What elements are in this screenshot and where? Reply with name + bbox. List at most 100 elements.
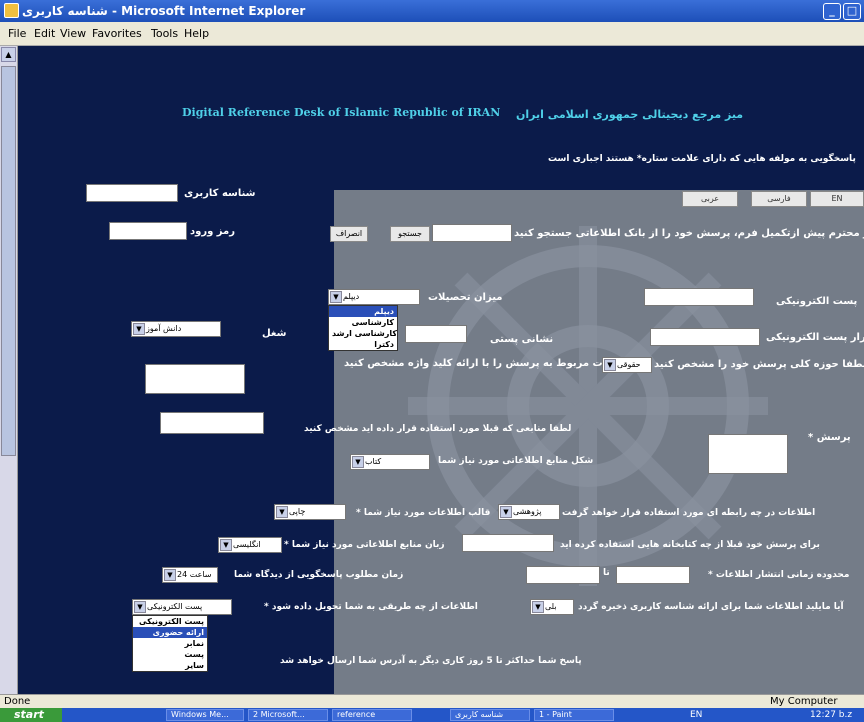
question-label: * پرسش bbox=[808, 432, 851, 443]
subject-details-label: جزئیات مربوط به پرسش را با ارائه کلید وا… bbox=[344, 358, 628, 369]
delivery-select[interactable]: ▼ پست الکترونیکی bbox=[132, 599, 232, 615]
postal-input[interactable] bbox=[405, 325, 467, 343]
keywords-textarea[interactable] bbox=[145, 364, 245, 394]
education-label: میزان تحصیلات bbox=[428, 292, 503, 303]
chevron-down-icon[interactable]: ▼ bbox=[276, 506, 288, 518]
ie-app-icon bbox=[4, 3, 19, 18]
menu-favorites[interactable]: Favorites bbox=[92, 27, 142, 40]
start-button[interactable]: start bbox=[0, 708, 62, 722]
list-item[interactable]: نمابر bbox=[133, 638, 207, 649]
menu-bar: File Edit View Favorites Tools Help bbox=[0, 22, 864, 46]
info-format-label: * قالب اطلاعات مورد نیاز شما bbox=[356, 508, 491, 518]
taskbar-item[interactable]: Windows Me... bbox=[166, 709, 244, 721]
question-textarea[interactable] bbox=[708, 434, 788, 474]
usage-label: اطلاعات در چه رابطه ای مورد استفاده قرار… bbox=[562, 508, 816, 518]
used-sources-label: لطفا منابعی که قبلا مورد استفاده قرار دا… bbox=[304, 424, 572, 434]
language-select[interactable]: ▼ انگلیسی bbox=[218, 537, 282, 553]
save-label: آیا مایلید اطلاعات شما برای ارائه شناسه … bbox=[578, 602, 844, 612]
menu-view[interactable]: View bbox=[60, 27, 86, 40]
language-indicator[interactable]: EN bbox=[690, 710, 702, 720]
taskbar-item[interactable]: reference bbox=[332, 709, 412, 721]
list-item[interactable]: دیپلم bbox=[329, 306, 397, 317]
chevron-down-icon[interactable]: ▼ bbox=[604, 359, 616, 371]
cancel-button[interactable]: انصراف bbox=[330, 226, 368, 242]
chevron-down-icon[interactable]: ▼ bbox=[532, 601, 544, 613]
search-button[interactable]: جستجو bbox=[390, 226, 430, 242]
education-select[interactable]: ▼ دیپلم bbox=[328, 289, 420, 305]
minimize-button[interactable]: _ bbox=[823, 3, 841, 20]
search-input[interactable] bbox=[432, 224, 512, 242]
usage-select[interactable]: ▼ پژوهشی bbox=[498, 504, 560, 520]
status-zone: My Computer bbox=[770, 696, 838, 707]
email-label: پست الکترونیکی bbox=[776, 296, 858, 307]
libraries-label: برای پرسش خود قبلا از چه کتابخانه هایی ا… bbox=[560, 540, 820, 550]
chevron-down-icon[interactable]: ▼ bbox=[134, 601, 146, 613]
delivery-label: * اطلاعات از چه طریقی به شما تحویل داده … bbox=[264, 602, 478, 612]
clock: 12:27 b.z bbox=[810, 710, 853, 720]
info-format-select[interactable]: ▼ چاپی bbox=[274, 504, 346, 520]
username-input[interactable] bbox=[86, 184, 178, 202]
chevron-down-icon[interactable]: ▼ bbox=[164, 569, 176, 581]
chevron-down-icon[interactable]: ▼ bbox=[133, 323, 145, 335]
list-item[interactable]: کارشناسی bbox=[329, 317, 397, 328]
delivery-options-list[interactable]: پست الکترونیکی ارائه حضوری نمابر پست سای… bbox=[132, 615, 208, 672]
source-format-label: شکل منابع اطلاعاتی مورد نیاز شما bbox=[438, 456, 594, 466]
taskbar-item[interactable]: شناسه کاربری bbox=[450, 709, 530, 721]
subject-label: لطفا حوزه کلی پرسش خود را مشخص کنید bbox=[654, 359, 864, 370]
scroll-thumb[interactable] bbox=[1, 66, 16, 456]
english-title: Digital Reference Desk of Islamic Republ… bbox=[182, 106, 501, 119]
vertical-scrollbar[interactable]: ▲ bbox=[0, 46, 18, 694]
email-repeat-input[interactable] bbox=[650, 328, 760, 346]
menu-file[interactable]: File bbox=[8, 27, 26, 40]
maximize-button[interactable]: □ bbox=[843, 3, 861, 20]
list-item[interactable]: سایر bbox=[133, 660, 207, 671]
page-content: Digital Reference Desk of Islamic Republ… bbox=[18, 46, 864, 694]
status-bar: Done My Computer bbox=[0, 694, 864, 708]
response-time-label: زمان مطلوب پاسخگویی از دیدگاه شما bbox=[234, 570, 404, 580]
list-item[interactable]: ارائه حضوری bbox=[133, 627, 207, 638]
response-time-select[interactable]: ▼ 24 ساعت bbox=[162, 567, 218, 583]
save-select[interactable]: ▼ بلی bbox=[530, 599, 574, 615]
chevron-down-icon[interactable]: ▼ bbox=[220, 539, 232, 551]
email-input[interactable] bbox=[644, 288, 754, 306]
list-item[interactable]: کارشناسی ارشد bbox=[329, 328, 397, 339]
tab-arabic[interactable]: عربی bbox=[682, 191, 738, 207]
chevron-down-icon[interactable]: ▼ bbox=[330, 291, 342, 303]
required-note: پاسخگویی به مولفه هایی که دارای علامت ست… bbox=[548, 154, 856, 164]
source-format-select[interactable]: ▼ کتاب bbox=[350, 454, 430, 470]
chevron-down-icon[interactable]: ▼ bbox=[500, 506, 512, 518]
menu-help[interactable]: Help bbox=[184, 27, 209, 40]
chevron-down-icon[interactable]: ▼ bbox=[352, 456, 364, 468]
taskbar: start Windows Me... 2 Microsoft... refer… bbox=[0, 708, 864, 722]
job-select[interactable]: ▼ دانش آموز bbox=[131, 321, 221, 337]
time-to-label: تا bbox=[603, 568, 610, 578]
footer-note: پاسخ شما حداکثر تا 5 روز کاری دیگر به آد… bbox=[280, 656, 582, 666]
time-limit-label: * محدوده زمانی انتشار اطلاعات bbox=[708, 570, 850, 580]
menu-tools[interactable]: Tools bbox=[151, 27, 178, 40]
tab-persian[interactable]: فارسی bbox=[751, 191, 807, 207]
tab-english[interactable]: EN bbox=[810, 191, 864, 207]
libraries-input[interactable] bbox=[462, 534, 554, 552]
password-input[interactable] bbox=[109, 222, 187, 240]
postal-label: نشانی پستی bbox=[490, 334, 554, 345]
job-label: شغل bbox=[262, 328, 287, 339]
window-title: شناسه کاربری - Microsoft Internet Explor… bbox=[22, 4, 306, 18]
time-from-input[interactable] bbox=[526, 566, 600, 584]
list-item[interactable]: پست bbox=[133, 649, 207, 660]
email-repeat-label: تکرار پست الکترونیکی bbox=[766, 332, 864, 343]
status-done: Done bbox=[4, 696, 31, 707]
used-sources-textarea[interactable] bbox=[160, 412, 264, 434]
search-prompt: کاربر محترم پیش ازتکمیل فرم، پرسش خود را… bbox=[514, 228, 864, 239]
window-titlebar: شناسه کاربری - Microsoft Internet Explor… bbox=[0, 0, 864, 22]
menu-edit[interactable]: Edit bbox=[34, 27, 55, 40]
taskbar-item[interactable]: 2 Microsoft... bbox=[248, 709, 328, 721]
username-label: شناسه کاربری bbox=[184, 188, 256, 199]
scroll-up-icon[interactable]: ▲ bbox=[1, 47, 16, 62]
taskbar-item[interactable]: 1 - Paint bbox=[534, 709, 614, 721]
subject-select[interactable]: ▼ حقوقی bbox=[602, 357, 652, 373]
password-label: رمز ورود bbox=[190, 226, 235, 237]
time-to-input[interactable] bbox=[616, 566, 690, 584]
list-item[interactable]: دکترا bbox=[329, 339, 397, 350]
list-item[interactable]: پست الکترونیکی bbox=[133, 616, 207, 627]
education-options-list[interactable]: دیپلم کارشناسی کارشناسی ارشد دکترا bbox=[328, 305, 398, 351]
